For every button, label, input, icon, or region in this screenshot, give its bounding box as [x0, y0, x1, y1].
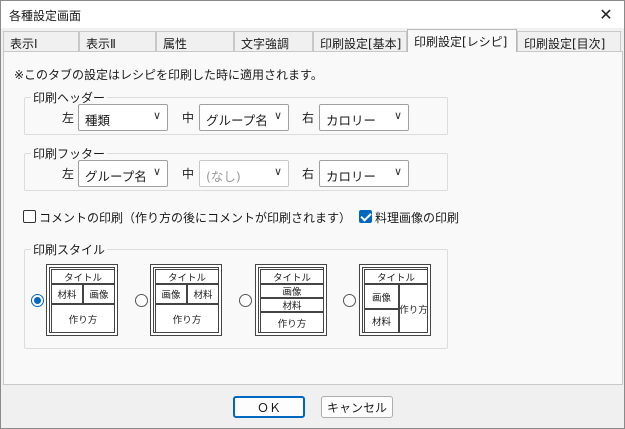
preview-material: 材料 [364, 309, 399, 333]
preview-method: 作り方 [260, 312, 324, 333]
style-radio-2[interactable] [135, 294, 148, 307]
tab-panel: ※このタブの設定はレシピを印刷した時に適用されます。 印刷ヘッダー 左 種類 ∨… [3, 51, 623, 385]
left-label: 左 [62, 111, 75, 125]
window-title: 各種設定画面 [9, 9, 82, 23]
preview-title: タイトル [51, 269, 115, 284]
settings-dialog: 各種設定画面 ✕ 表示Ⅰ 表示Ⅱ 属性 文字強調 印刷設定[基本] 印刷設定[レ… [0, 0, 625, 429]
close-icon: ✕ [599, 4, 613, 24]
style-preview-3[interactable]: タイトル 画像 材料 作り方 [255, 264, 327, 336]
group-label: 印刷スタイル [31, 241, 108, 258]
tab-text-emphasis[interactable]: 文字強調 [234, 31, 313, 51]
tab-print-toc[interactable]: 印刷設定[目次] [517, 31, 621, 51]
tab-print-basic[interactable]: 印刷設定[基本] [313, 31, 407, 51]
preview-title: タイトル [260, 269, 324, 284]
right-label: 右 [302, 167, 315, 181]
header-right-select[interactable]: カロリー ∨ [319, 104, 409, 131]
tab-strip: 表示Ⅰ 表示Ⅱ 属性 文字強調 印刷設定[基本] 印刷設定[レシピ] 印刷設定[… [3, 29, 623, 52]
selected-value: (なし) [206, 169, 241, 184]
preview-method: 作り方 [51, 304, 115, 333]
close-button[interactable]: ✕ [594, 3, 618, 25]
center-label: 中 [182, 167, 195, 181]
preview-material: 材料 [187, 284, 219, 304]
image-print-label[interactable]: 料理画像の印刷 [375, 209, 459, 226]
preview-title: タイトル [155, 269, 219, 284]
selected-value: 種類 [85, 113, 111, 128]
style-preview-2[interactable]: タイトル 画像 材料 作り方 [150, 264, 222, 336]
tab-display-1[interactable]: 表示Ⅰ [3, 31, 79, 51]
footer-center-select[interactable]: (なし) ∨ [199, 160, 289, 187]
preview-image: 画像 [364, 284, 399, 309]
tab-print-recipe[interactable]: 印刷設定[レシピ] [407, 29, 517, 52]
left-label: 左 [62, 167, 75, 181]
preview-image: 画像 [155, 284, 187, 304]
button-bar: ＯＫ キャンセル [1, 387, 624, 428]
selected-value: グループ名 [206, 113, 268, 128]
footer-right-select[interactable]: カロリー ∨ [319, 160, 409, 187]
preview-image: 画像 [83, 284, 115, 304]
preview-material: 材料 [51, 284, 83, 304]
preview-title: タイトル [364, 269, 428, 284]
style-preview-1[interactable]: タイトル 材料 画像 作り方 [46, 264, 118, 336]
tab-display-2[interactable]: 表示Ⅱ [79, 31, 156, 51]
preview-method: 作り方 [155, 304, 219, 333]
selected-value: カロリー [326, 113, 377, 128]
right-label: 右 [302, 111, 315, 125]
header-left-select[interactable]: 種類 ∨ [78, 104, 168, 131]
cancel-button[interactable]: キャンセル [321, 396, 393, 418]
selected-value: カロリー [326, 169, 377, 184]
chevron-down-icon: ∨ [273, 109, 282, 122]
center-label: 中 [182, 111, 195, 125]
info-note: ※このタブの設定はレシピを印刷した時に適用されます。 [14, 68, 323, 82]
preview-image: 画像 [260, 284, 324, 298]
chevron-down-icon: ∨ [393, 165, 402, 178]
style-radio-1[interactable] [31, 294, 44, 307]
footer-left-select[interactable]: グループ名 ∨ [78, 160, 168, 187]
chevron-down-icon: ∨ [152, 165, 161, 178]
comment-print-label[interactable]: コメントの印刷（作り方の後にコメントが印刷されます） [39, 209, 351, 226]
style-radio-4[interactable] [343, 294, 356, 307]
chevron-down-icon: ∨ [152, 109, 161, 122]
ok-button[interactable]: ＯＫ [233, 396, 305, 418]
comment-print-checkbox[interactable] [23, 210, 36, 223]
selected-value: グループ名 [85, 169, 147, 184]
style-radio-3[interactable] [239, 294, 252, 307]
image-print-checkbox[interactable] [359, 210, 372, 223]
preview-method: 作り方 [399, 284, 428, 333]
chevron-down-icon: ∨ [393, 109, 402, 122]
header-center-select[interactable]: グループ名 ∨ [199, 104, 289, 131]
style-preview-4[interactable]: タイトル 画像 材料 作り方 [359, 264, 431, 336]
title-bar: 各種設定画面 ✕ [1, 1, 624, 28]
preview-material: 材料 [260, 298, 324, 312]
tab-attributes[interactable]: 属性 [156, 31, 234, 51]
chevron-down-icon: ∨ [273, 165, 282, 178]
